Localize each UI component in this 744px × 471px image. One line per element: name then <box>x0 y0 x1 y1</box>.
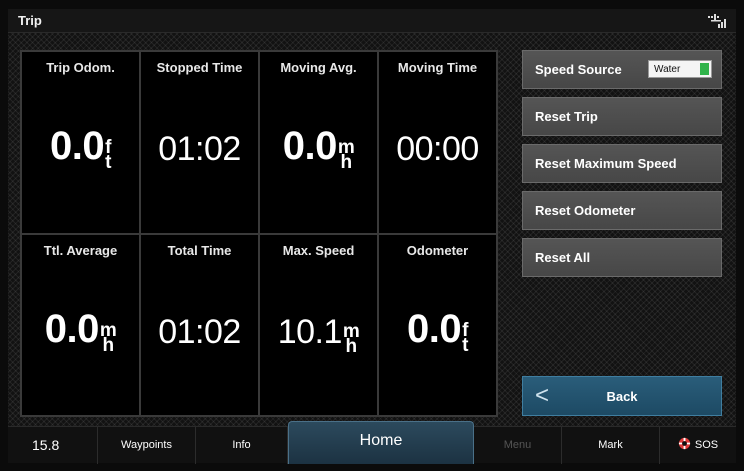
unit-bottom: t <box>462 334 468 356</box>
cell-value: 0.0 f t <box>22 124 139 173</box>
value-number: 0.0 <box>44 306 100 351</box>
title-bar: Trip <box>8 9 736 33</box>
toggle-knob <box>700 63 709 75</box>
value-number: 0.0 <box>282 124 338 168</box>
sos-button[interactable]: SOS <box>660 427 736 464</box>
reset-odometer-button[interactable]: Reset Odometer <box>522 191 722 230</box>
reset-all-button[interactable]: Reset All <box>522 238 722 277</box>
total-average-cell[interactable]: Ttl. Average 0.0 m h <box>21 233 140 416</box>
cell-label: Moving Time <box>397 60 478 75</box>
side-menu: Speed Source Water Reset Trip Reset Maxi… <box>522 50 722 285</box>
cell-label: Stopped Time <box>156 60 243 75</box>
reset-maximum-speed-button[interactable]: Reset Maximum Speed <box>522 144 722 183</box>
moving-time-cell[interactable]: Moving Time 00:00 <box>378 51 497 234</box>
reset-trip-button[interactable]: Reset Trip <box>522 97 722 136</box>
cell-label: Total Time <box>167 242 232 258</box>
unit-bottom: h <box>340 152 352 173</box>
stopped-time-cell[interactable]: Stopped Time 01:02 <box>140 51 259 234</box>
value-number: 0.0 <box>407 306 462 351</box>
menu-tab[interactable]: Menu <box>474 427 562 464</box>
unit-label: ft <box>105 138 111 173</box>
home-tab[interactable]: Home <box>288 421 474 464</box>
cell-label: Ttl. Average <box>43 242 118 258</box>
unit-bottom: h <box>345 335 358 357</box>
waypoints-tab[interactable]: Waypoints <box>98 427 196 464</box>
signal-icon <box>708 14 726 28</box>
cell-label: Max. Speed <box>282 242 355 258</box>
odometer-cell[interactable]: Odometer 0.0 f t <box>378 233 497 416</box>
unit-label: mh <box>338 138 355 173</box>
cell-value: 10.1 m h <box>260 312 377 357</box>
lifebuoy-icon <box>678 437 690 450</box>
cell-label: Moving Avg. <box>280 60 357 75</box>
speed-source-label: Speed Source <box>535 62 622 77</box>
trip-data-grid: Trip Odom. 0.0 f t Stopped Time 01:02 Movi… <box>20 50 498 417</box>
back-label: Back <box>606 389 638 404</box>
sos-label: SOS <box>694 439 719 451</box>
speed-source-button[interactable]: Speed Source Water <box>522 50 722 89</box>
bottom-nav-bar: 15.8 Waypoints Info Home Menu Mark SOS <box>8 421 736 464</box>
value-number: 10.1 <box>277 312 343 351</box>
page-title: Trip <box>18 13 42 28</box>
unit-bottom: h <box>102 334 114 356</box>
trip-odometer-cell[interactable]: Trip Odom. 0.0 f t <box>21 51 140 234</box>
cell-value: 0.0 m h <box>22 306 139 356</box>
mark-tab[interactable]: Mark <box>562 427 660 464</box>
cell-label: Trip Odom. <box>46 60 115 75</box>
cell-label: Odometer <box>406 242 469 258</box>
max-speed-cell[interactable]: Max. Speed 10.1 m h <box>259 233 378 416</box>
unit-label: mh <box>343 322 360 357</box>
toggle-value: Water <box>654 64 681 75</box>
cell-value: 01:02 <box>158 130 241 168</box>
value-number: 0.0 <box>50 124 105 168</box>
total-time-cell[interactable]: Total Time 01:02 <box>140 233 259 416</box>
speed-source-toggle[interactable]: Water <box>648 60 712 78</box>
cell-value: 0.0 f t <box>379 306 496 356</box>
speed-readout[interactable]: 15.8 <box>8 427 98 464</box>
info-tab[interactable]: Info <box>196 427 288 464</box>
unit-bottom: t <box>105 152 111 173</box>
cell-value: 00:00 <box>396 130 479 168</box>
unit-label: ft <box>462 321 468 356</box>
back-button[interactable]: < Back <box>522 376 722 416</box>
cell-value: 0.0 m h <box>260 124 377 173</box>
trip-panel: Trip Odom. 0.0 f t Stopped Time 01:02 Movi… <box>8 33 736 426</box>
unit-label: mh <box>100 321 117 356</box>
cell-value: 01:02 <box>158 312 241 351</box>
moving-avg-cell[interactable]: Moving Avg. 0.0 m h <box>259 51 378 234</box>
